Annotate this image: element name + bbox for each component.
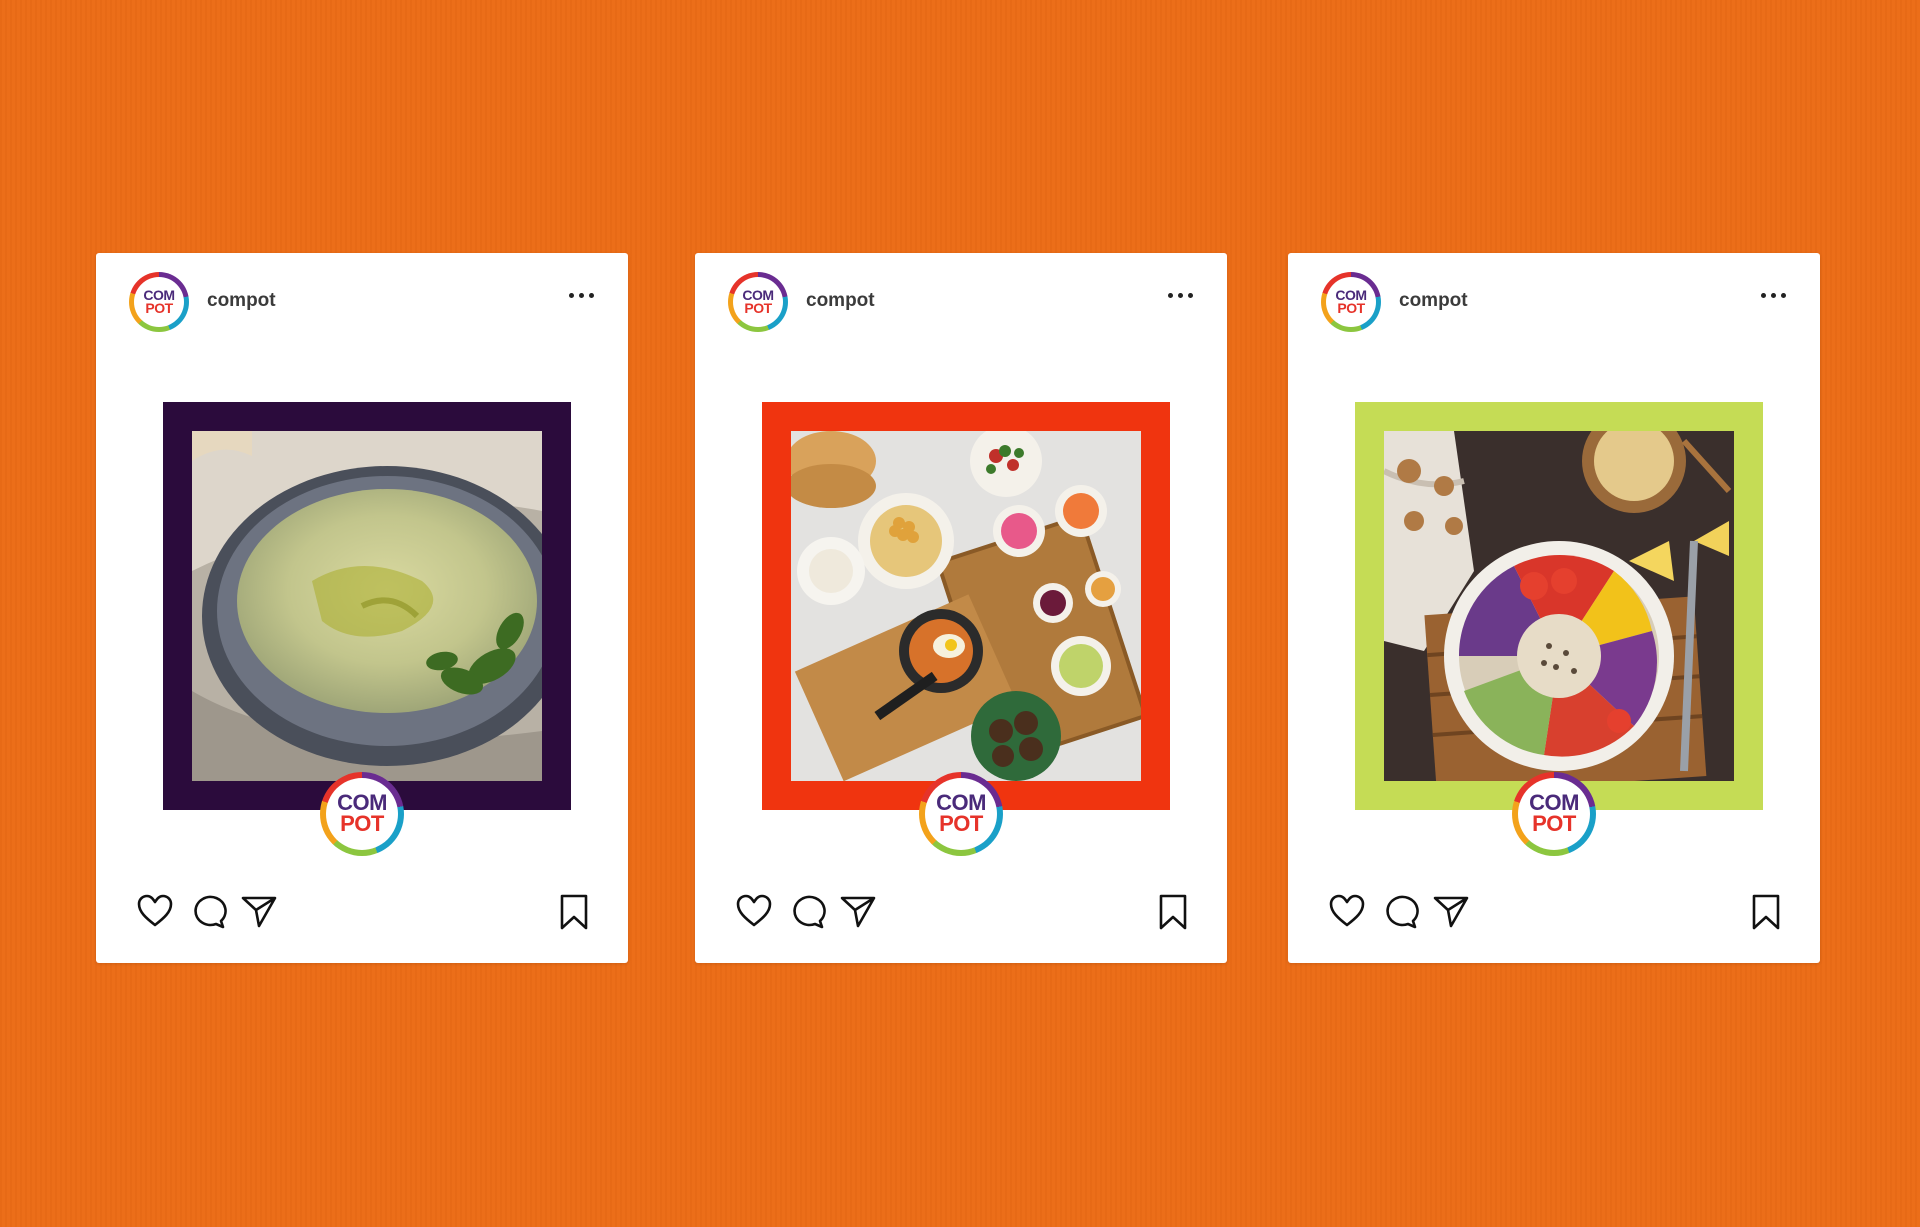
brand-badge: COM POT [320,772,404,856]
paper-plane-icon[interactable] [1432,893,1470,929]
more-horizontal-icon[interactable] [1761,293,1786,298]
username[interactable]: compot [806,290,875,312]
brand-badge: COM POT [919,772,1003,856]
bookmark-icon[interactable] [1750,893,1782,931]
badge-logo: COM POT [1518,778,1590,850]
avatar[interactable]: COM POT [129,272,189,332]
avatar-logo: COM POT [733,277,783,327]
heart-icon[interactable] [136,893,174,929]
post-photo-mezze-spread [791,431,1141,781]
bookmark-icon[interactable] [558,893,590,931]
comment-icon[interactable] [788,893,826,929]
avatar[interactable]: COM POT [728,272,788,332]
heart-icon[interactable] [735,893,773,929]
avatar-logo: COM POT [134,277,184,327]
logo-text-bottom: POT [340,811,384,836]
badge-logo: COM POT [925,778,997,850]
username[interactable]: compot [1399,290,1468,312]
logo-text-bottom: POT [1532,811,1576,836]
comment-icon[interactable] [1381,893,1419,929]
badge-logo: COM POT [326,778,398,850]
logo-text-bottom: POT [1337,300,1365,316]
post-image-frame[interactable] [762,402,1170,810]
post-image-frame[interactable] [1355,402,1763,810]
logo-text-bottom: POT [939,811,983,836]
post-card: COM POT compot COM POT [96,253,628,963]
bookmark-icon[interactable] [1157,893,1189,931]
post-image-frame[interactable] [163,402,571,810]
post-photo-salad-bowl [1384,431,1734,781]
food-photo-illustration [192,431,542,781]
post-card: COM POT compot COM POT [1288,253,1820,963]
brand-badge: COM POT [1512,772,1596,856]
post-card: COM POT compot COM POT [695,253,1227,963]
comment-icon[interactable] [189,893,227,929]
username[interactable]: compot [207,290,276,312]
avatar-logo: COM POT [1326,277,1376,327]
post-header: COM POT compot [695,253,1227,343]
paper-plane-icon[interactable] [839,893,877,929]
more-horizontal-icon[interactable] [1168,293,1193,298]
post-header: COM POT compot [96,253,628,343]
post-actions [1288,893,1820,943]
logo-text-bottom: POT [744,300,772,316]
more-horizontal-icon[interactable] [569,293,594,298]
post-photo-baba-ganoush [192,431,542,781]
food-photo-illustration [791,431,1141,781]
avatar[interactable]: COM POT [1321,272,1381,332]
post-header: COM POT compot [1288,253,1820,343]
heart-icon[interactable] [1328,893,1366,929]
food-photo-illustration [1384,431,1734,781]
logo-text-bottom: POT [145,300,173,316]
post-actions [695,893,1227,943]
post-actions [96,893,628,943]
paper-plane-icon[interactable] [240,893,278,929]
